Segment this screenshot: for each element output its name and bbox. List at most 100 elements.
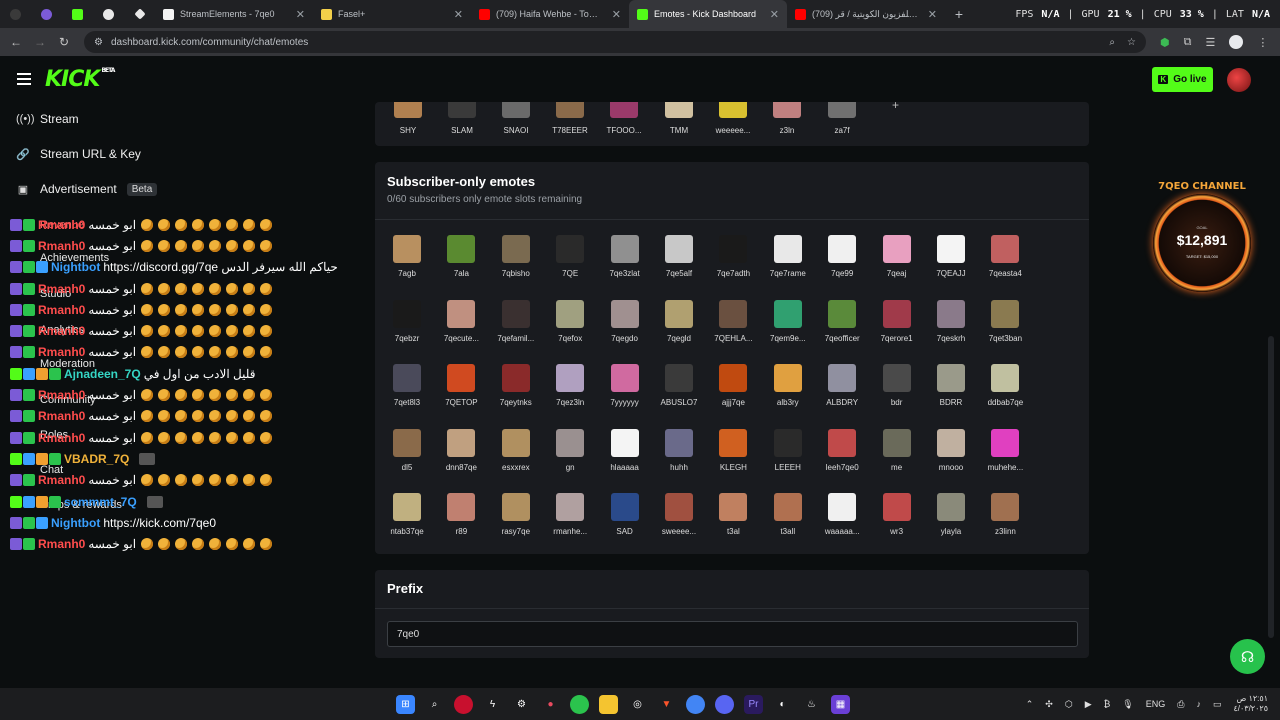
chrome-icon[interactable] [686,694,705,714]
user-avatar[interactable] [1227,68,1251,92]
tab-pinned-5[interactable] [124,0,155,28]
emote-7qe5alf[interactable]: 7qe5alf [652,235,706,278]
emote-klegh[interactable]: KLEGH [706,428,760,472]
close-icon[interactable]: ✕ [928,8,937,21]
sidebar-item-stream[interactable]: ((•)) Stream [16,112,79,126]
forward-icon[interactable]: → [28,35,52,49]
chat-username[interactable]: Rmanh0 [38,409,85,423]
emote-ylayla[interactable]: ylayla [924,493,978,536]
close-icon[interactable]: ✕ [770,8,779,21]
emote-dl5[interactable]: dl5 [380,428,434,472]
tab-fasel[interactable]: Fasel+ ✕ [313,0,471,28]
emote-muhehe[interactable]: muhehe... [978,428,1032,472]
obs-icon[interactable]: ◎ [628,695,647,714]
search-icon[interactable]: ⌕ [425,695,444,714]
tab-pinned-4[interactable] [93,0,124,28]
go-live-button[interactable]: K Go live [1152,67,1213,92]
tab-pinned-1[interactable] [0,0,31,28]
emote-mnooo[interactable]: mnooo [924,428,978,472]
emote-leeeh[interactable]: LEEEH [761,428,815,472]
address-bar[interactable]: ⚙ dashboard.kick.com/community/chat/emot… [84,31,1146,53]
emote-7qegdo[interactable]: 7qegdo [598,299,652,343]
emote-7qe[interactable]: 7QE [543,235,597,278]
emote-r89[interactable]: r89 [434,493,488,536]
microphone-icon[interactable]: 🎙 [1122,699,1133,710]
battery-icon[interactable]: ▭ [1213,699,1222,710]
emote-7qem9e[interactable]: 7qem9e... [761,299,815,343]
emote-leeh7qe0[interactable]: leeh7qe0 [815,428,869,472]
emote-waaaaa[interactable]: waaaaa... [815,493,869,536]
tab-streamelements[interactable]: StreamElements - 7qe0 ✕ [155,0,313,28]
menu-kebab-icon[interactable]: ⋮ [1257,36,1268,49]
volume-icon[interactable]: ♪ [1196,699,1201,709]
zoom-icon[interactable]: ⌕ [1109,37,1115,48]
prefix-input[interactable] [387,621,1078,647]
emote-7qehla[interactable]: 7QEHLA... [706,299,760,343]
chat-username[interactable]: Rmanh0 [38,303,85,317]
emote-bdr[interactable]: bdr [870,364,924,407]
emote-tfooo[interactable]: TFOOO... [597,102,651,135]
tab-pinned-2[interactable] [31,0,62,28]
chat-username[interactable]: Rmanh0 [38,239,85,253]
emote-shy[interactable]: SHY [381,102,435,135]
emote-7qeytnks[interactable]: 7qeytnks [489,364,543,407]
premiere-icon[interactable]: Pr [744,694,763,714]
emote-alb3ry[interactable]: alb3ry [761,364,815,407]
app-icon[interactable] [570,694,589,714]
play-icon[interactable]: ▶ [1085,699,1092,710]
emote-wr3[interactable]: wr3 [870,493,924,536]
emote-abuslo7[interactable]: ABUSLO7 [652,364,706,407]
app-icon[interactable]: ◐ [773,695,792,714]
emote-esxxrex[interactable]: esxxrex [489,428,543,472]
settings-gear-icon[interactable]: ⚙ [512,695,531,714]
brave-icon[interactable]: ▼ [657,695,676,714]
discord-icon[interactable] [715,694,734,714]
emote-7qeaj[interactable]: 7qeaj [870,235,924,278]
reload-icon[interactable]: ↻ [52,35,76,49]
chat-username[interactable]: sommmt_7Q [64,495,137,509]
emote-7qet8l3[interactable]: 7qet8l3 [380,364,434,407]
extensions-puzzle-icon[interactable]: ⧉ [1184,36,1192,49]
chat-username[interactable]: Rmanh0 [38,473,85,487]
add-emote-icon[interactable]: + [892,98,899,112]
chat-username[interactable]: Rmanh0 [38,324,85,338]
emote-hlaaaaa[interactable]: hlaaaaa [598,428,652,472]
chat-username[interactable]: Rmanh0 [38,388,85,402]
app-icon[interactable]: ● [541,695,560,714]
close-icon[interactable]: ✕ [612,8,621,21]
emote-rmanhe[interactable]: rmanhe... [543,493,597,536]
tab-youtube-haifa[interactable]: (709) Haifa Wehbe - Touta (Offi ✕ [471,0,629,28]
chat-username[interactable]: Rmanh0 [38,282,85,296]
emote-sweeee[interactable]: sweeee... [652,493,706,536]
chat-username[interactable]: Nightbot [51,516,100,530]
emote-7qeajj[interactable]: 7QEAJJ [924,235,978,278]
emote-7qe7adth[interactable]: 7qe7adth [706,235,760,278]
emote-7qegld[interactable]: 7qegld [652,299,706,343]
network-icon[interactable]: ⎙ [1177,699,1184,710]
app-icon[interactable]: ⬡ [1065,699,1073,710]
extension-icon[interactable]: ⬢ [1160,36,1170,49]
emote-t78eeer[interactable]: T78EEER [543,102,597,135]
emote-weeeee[interactable]: weeeee... [706,102,760,135]
emote-7qez3ln[interactable]: 7qez3ln [543,364,597,407]
emote-tmm[interactable]: TMM [652,102,706,135]
sidebar-item-advertisement[interactable]: ▣ Advertisement Beta [16,182,158,196]
emote-z3linn[interactable]: z3linn [978,493,1032,536]
new-tab-button[interactable]: + [945,6,973,22]
emote-albdry[interactable]: ALBDRY [815,364,869,407]
emote-7ala[interactable]: 7ala [434,235,488,278]
emote-7agb[interactable]: 7agb [380,235,434,278]
emote-me[interactable]: me [870,428,924,472]
chat-username[interactable]: Rmanh0 [38,345,85,359]
emote-sad[interactable]: SAD [598,493,652,536]
steam-icon[interactable]: ♨ [802,695,821,714]
site-info-icon[interactable]: ⚙ [94,37,103,48]
page-scrollbar[interactable] [1268,336,1274,638]
emote-7yyyyyy[interactable]: 7yyyyyy [598,364,652,407]
chat-username[interactable]: Rmanh0 [38,431,85,445]
emote-7qet3ban[interactable]: 7qet3ban [978,299,1032,343]
emote-7qe99[interactable]: 7qe99 [815,235,869,278]
emote-za7f[interactable]: za7f [815,102,869,135]
emote-t3al[interactable]: t3al [706,493,760,536]
emote-7qefamil[interactable]: 7qefamil... [489,299,543,343]
